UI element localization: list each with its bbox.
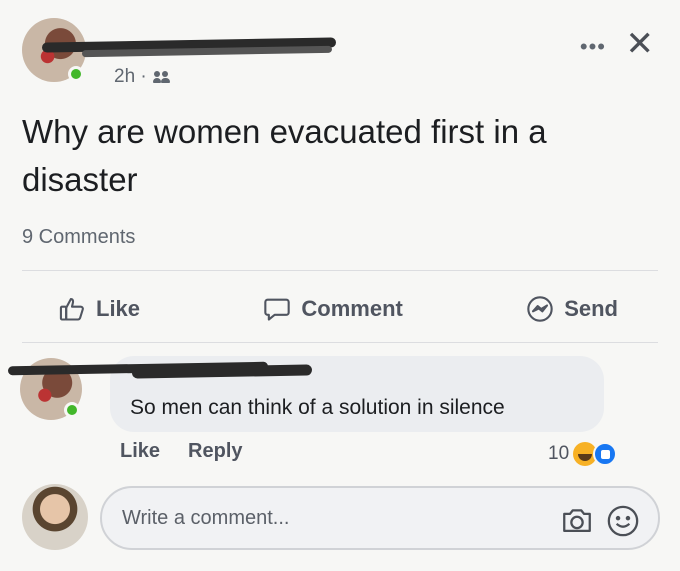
comment-reply-button[interactable]: Reply	[188, 440, 242, 463]
post-meta: 2h ·	[114, 66, 171, 88]
smiley-icon[interactable]	[606, 504, 640, 538]
online-status-dot	[68, 66, 84, 82]
speech-bubble-icon	[264, 298, 291, 321]
post-text: Why are women evacuated first in a disas…	[22, 113, 547, 198]
post-time[interactable]: 2h ·	[114, 66, 147, 88]
comment-input-container[interactable]	[100, 486, 660, 550]
close-icon[interactable]: ✕	[626, 24, 655, 64]
comment-text: So men can think of a solution in silenc…	[130, 396, 505, 419]
friends-audience-icon[interactable]	[152, 70, 171, 84]
comment-actions: Like Reply	[120, 440, 243, 463]
post-action-bar: Like Comment Send	[22, 284, 658, 334]
comment-count[interactable]: 9 Comments	[22, 226, 135, 249]
comment-reactions[interactable]: 10	[548, 442, 618, 466]
comment-label: Comment	[301, 296, 403, 321]
send-button[interactable]: Send	[526, 295, 618, 323]
divider-bottom	[22, 342, 658, 343]
messenger-icon	[527, 296, 553, 322]
like-label: Like	[96, 296, 141, 321]
camera-icon[interactable]	[560, 504, 594, 538]
comment-button[interactable]: Comment	[263, 295, 403, 323]
comment-item: So men can think of a solution in silenc…	[7, 356, 668, 456]
thumbs-up-icon	[59, 298, 84, 321]
post-header: 2h · ••• ✕	[22, 14, 662, 94]
like-reaction-icon	[593, 442, 618, 466]
commenter-online-dot	[64, 402, 80, 418]
comment-like-button[interactable]: Like	[120, 440, 160, 463]
comment-input[interactable]	[122, 506, 482, 530]
like-button[interactable]: Like	[58, 295, 140, 323]
current-user-avatar[interactable]	[22, 484, 88, 550]
comment-composer	[22, 484, 662, 554]
divider-top	[22, 270, 658, 271]
more-options-icon[interactable]: •••	[580, 34, 606, 60]
send-label: Send	[564, 296, 618, 321]
reaction-count: 10	[548, 443, 570, 464]
